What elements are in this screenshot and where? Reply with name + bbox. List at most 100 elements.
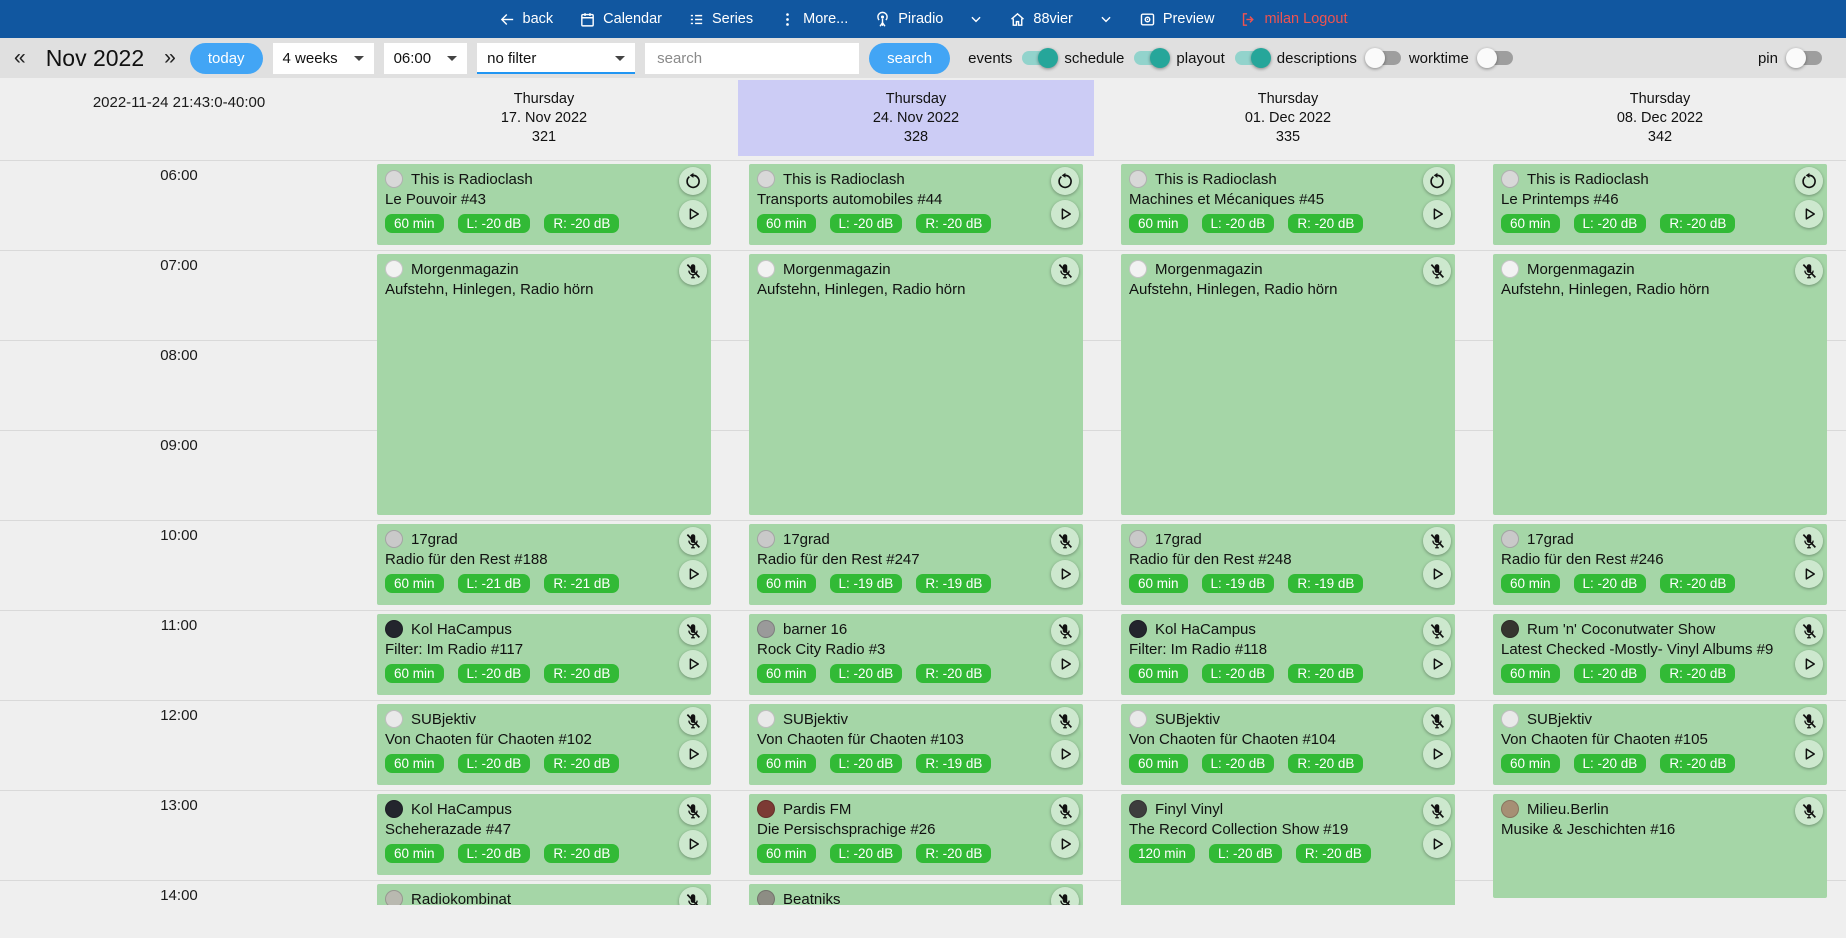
event-card[interactable]: 17gradRadio für den Rest #24860 minL: -1… — [1121, 524, 1455, 605]
worktime-toggle[interactable] — [1479, 51, 1513, 65]
event-card[interactable]: SUBjektivVon Chaoten für Chaoten #10360 … — [749, 704, 1083, 785]
schedule-toggle[interactable] — [1134, 51, 1168, 65]
mic-off-icon[interactable] — [679, 617, 707, 645]
play-icon[interactable] — [1423, 740, 1451, 768]
search-input[interactable] — [645, 43, 859, 74]
mic-off-icon[interactable] — [1423, 707, 1451, 735]
play-icon[interactable] — [1423, 830, 1451, 858]
play-icon[interactable] — [1423, 200, 1451, 228]
station-chevron-down-icon[interactable] — [969, 12, 983, 26]
mic-off-icon[interactable] — [1795, 617, 1823, 645]
play-icon[interactable] — [679, 560, 707, 588]
event-card[interactable]: This is RadioclashMachines et Mécaniques… — [1121, 164, 1455, 245]
event-card[interactable]: MorgenmagazinAufstehn, Hinlegen, Radio h… — [1493, 254, 1827, 515]
mic-off-icon[interactable] — [1795, 797, 1823, 825]
mic-off-icon[interactable] — [1423, 617, 1451, 645]
mic-off-icon[interactable] — [1423, 797, 1451, 825]
filter-select[interactable]: no filter — [477, 43, 635, 74]
event-card[interactable]: Kol HaCampusFilter: Im Radio #11860 minL… — [1121, 614, 1455, 695]
play-icon[interactable] — [679, 740, 707, 768]
play-icon[interactable] — [1051, 560, 1079, 588]
play-icon[interactable] — [1795, 200, 1823, 228]
today-button[interactable]: today — [190, 43, 263, 74]
event-card[interactable]: This is RadioclashLe Printemps #4660 min… — [1493, 164, 1827, 245]
replay-icon[interactable] — [1423, 167, 1451, 195]
event-card[interactable]: Beatniks — [749, 884, 1083, 905]
mic-off-icon[interactable] — [1051, 887, 1079, 905]
play-icon[interactable] — [1795, 740, 1823, 768]
event-card[interactable]: Kol HaCampusFilter: Im Radio #11760 minL… — [377, 614, 711, 695]
mic-off-icon[interactable] — [679, 707, 707, 735]
event-card[interactable]: 17gradRadio für den Rest #24760 minL: -1… — [749, 524, 1083, 605]
play-icon[interactable] — [1423, 560, 1451, 588]
event-card[interactable]: Milieu.BerlinMusike & Jeschichten #16 — [1493, 794, 1827, 898]
play-icon[interactable] — [1795, 650, 1823, 678]
range-select[interactable]: 4 weeks — [273, 43, 374, 74]
mic-off-icon[interactable] — [1795, 527, 1823, 555]
mic-off-icon[interactable] — [1051, 707, 1079, 735]
badge: L: -20 dB — [1574, 664, 1647, 683]
event-card[interactable]: This is RadioclashTransports automobiles… — [749, 164, 1083, 245]
mic-off-icon[interactable] — [679, 797, 707, 825]
event-card[interactable]: Finyl VinylThe Record Collection Show #1… — [1121, 794, 1455, 905]
event-card[interactable]: 17gradRadio für den Rest #18860 minL: -2… — [377, 524, 711, 605]
day-header[interactable]: Thursday 17. Nov 2022 321 — [366, 80, 722, 156]
descriptions-toggle[interactable] — [1367, 51, 1401, 65]
mic-off-icon[interactable] — [679, 887, 707, 905]
playout-toggle[interactable] — [1235, 51, 1269, 65]
play-icon[interactable] — [1795, 560, 1823, 588]
nav-item-series[interactable]: Series — [688, 11, 753, 28]
event-card[interactable]: Radiokombinat — [377, 884, 711, 905]
replay-icon[interactable] — [1051, 167, 1079, 195]
event-card[interactable]: barner 16Rock City Radio #360 minL: -20 … — [749, 614, 1083, 695]
prev-period-button[interactable]: « — [10, 46, 30, 70]
event-card[interactable]: This is RadioclashLe Pouvoir #4360 minL:… — [377, 164, 711, 245]
mic-off-icon[interactable] — [1051, 257, 1079, 285]
station-selector[interactable]: Piradio — [874, 11, 943, 28]
mic-off-icon[interactable] — [679, 527, 707, 555]
event-card[interactable]: Rum 'n' Coconutwater ShowLatest Checked … — [1493, 614, 1827, 695]
search-button[interactable]: search — [869, 43, 950, 74]
play-icon[interactable] — [1051, 200, 1079, 228]
event-card[interactable]: MorgenmagazinAufstehn, Hinlegen, Radio h… — [1121, 254, 1455, 515]
play-icon[interactable] — [1051, 830, 1079, 858]
mic-off-icon[interactable] — [679, 257, 707, 285]
nav-item-more[interactable]: More... — [779, 11, 848, 28]
play-icon[interactable] — [679, 650, 707, 678]
event-card[interactable]: SUBjektivVon Chaoten für Chaoten #10460 … — [1121, 704, 1455, 785]
play-icon[interactable] — [1423, 650, 1451, 678]
play-icon[interactable] — [679, 200, 707, 228]
channel-selector[interactable]: 88vier — [1009, 11, 1073, 28]
start-time-select[interactable]: 06:00 — [384, 43, 468, 74]
play-icon[interactable] — [679, 830, 707, 858]
day-header[interactable]: Thursday 08. Dec 2022 342 — [1482, 80, 1838, 156]
play-icon[interactable] — [1051, 650, 1079, 678]
preview-button[interactable]: Preview — [1139, 11, 1215, 28]
next-period-button[interactable]: » — [160, 46, 180, 70]
event-card[interactable]: SUBjektivVon Chaoten für Chaoten #10260 … — [377, 704, 711, 785]
mic-off-icon[interactable] — [1051, 617, 1079, 645]
event-card[interactable]: SUBjektivVon Chaoten für Chaoten #10560 … — [1493, 704, 1827, 785]
mic-off-icon[interactable] — [1051, 797, 1079, 825]
event-card[interactable]: MorgenmagazinAufstehn, Hinlegen, Radio h… — [377, 254, 711, 515]
mic-off-icon[interactable] — [1423, 257, 1451, 285]
mic-off-icon[interactable] — [1795, 707, 1823, 735]
replay-icon[interactable] — [679, 167, 707, 195]
events-toggle[interactable] — [1022, 51, 1056, 65]
back-button[interactable]: back — [499, 11, 554, 28]
mic-off-icon[interactable] — [1795, 257, 1823, 285]
nav-item-calendar[interactable]: Calendar — [579, 11, 662, 28]
mic-off-icon[interactable] — [1423, 527, 1451, 555]
event-card[interactable]: MorgenmagazinAufstehn, Hinlegen, Radio h… — [749, 254, 1083, 515]
logout-button[interactable]: milan Logout — [1240, 11, 1347, 28]
event-card[interactable]: Pardis FMDie Persischsprachige #2660 min… — [749, 794, 1083, 875]
pin-toggle[interactable] — [1788, 51, 1822, 65]
mic-off-icon[interactable] — [1051, 527, 1079, 555]
event-card[interactable]: Kol HaCampusScheherazade #4760 minL: -20… — [377, 794, 711, 875]
day-header[interactable]: Thursday 24. Nov 2022 328 — [738, 80, 1094, 156]
channel-chevron-down-icon[interactable] — [1099, 12, 1113, 26]
day-header[interactable]: Thursday 01. Dec 2022 335 — [1110, 80, 1466, 156]
replay-icon[interactable] — [1795, 167, 1823, 195]
event-card[interactable]: 17gradRadio für den Rest #24660 minL: -2… — [1493, 524, 1827, 605]
play-icon[interactable] — [1051, 740, 1079, 768]
